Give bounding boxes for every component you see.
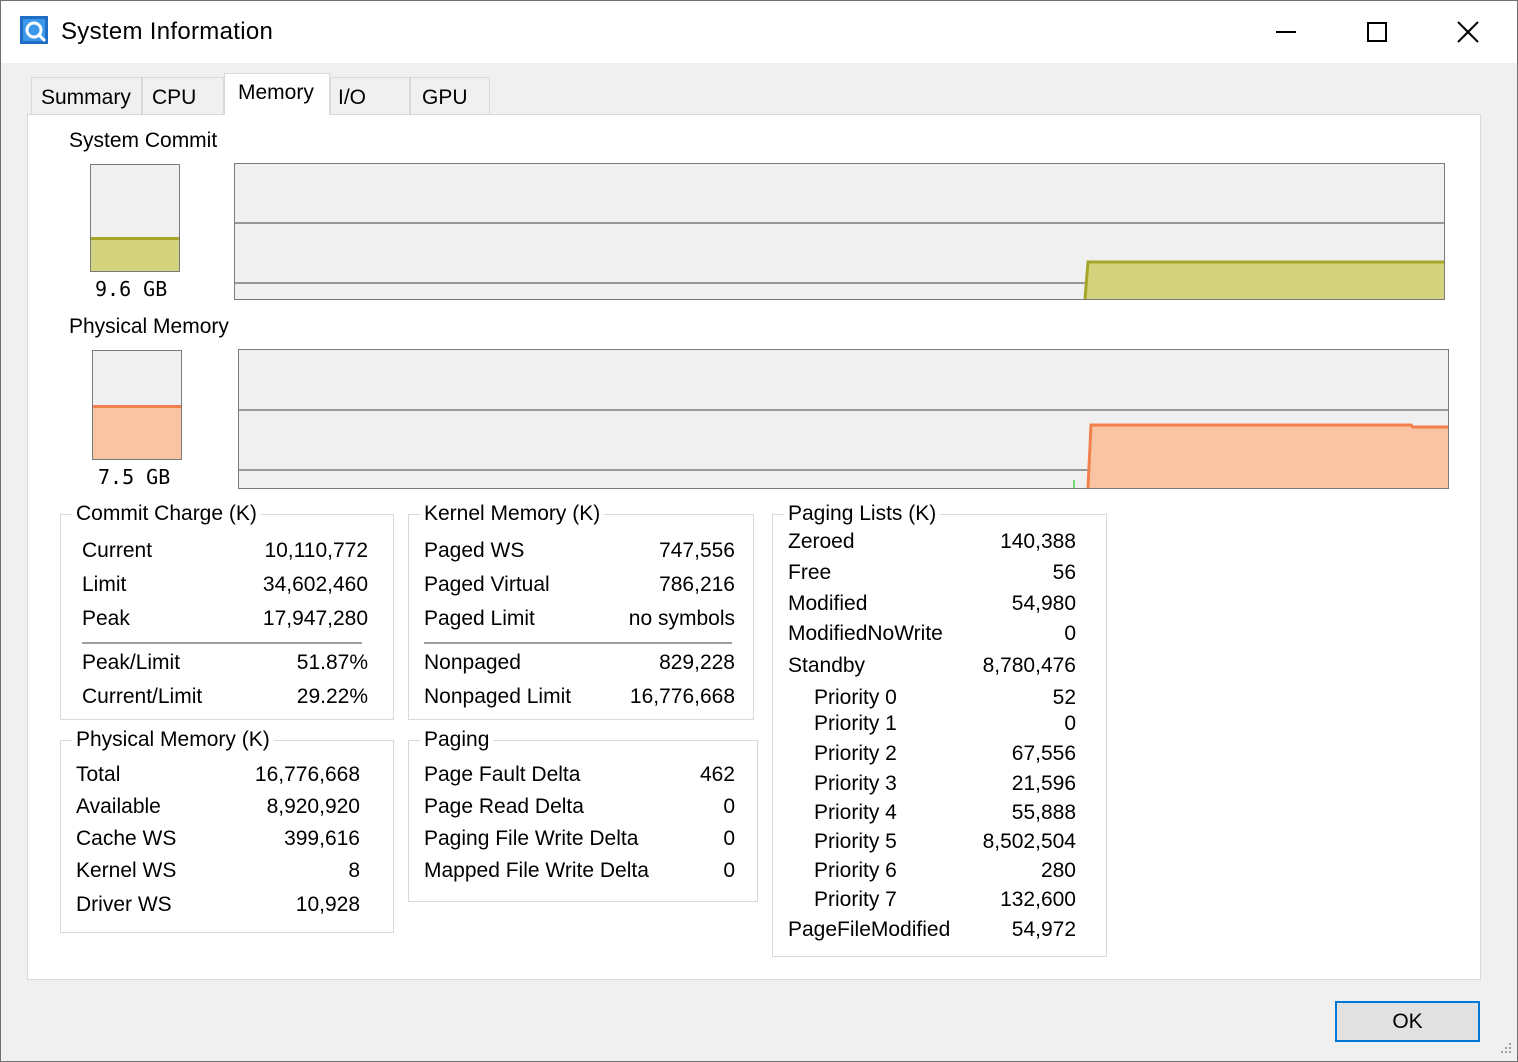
page-fault-delta-row: Page Fault Delta 462	[424, 763, 735, 786]
maximize-button[interactable]	[1332, 1, 1422, 63]
kernel-ws-row: Kernel WS 8	[76, 859, 360, 882]
physical-memory-group: Physical Memory (K) Total 16,776,668 Avai…	[60, 727, 394, 933]
tab-cpu[interactable]: CPU	[142, 77, 224, 114]
maximize-icon	[1367, 22, 1387, 42]
paged-ws-row: Paged WS 747,556	[424, 539, 735, 562]
commit-charge-title: Commit Charge (K)	[72, 501, 261, 527]
tab-memory[interactable]: Memory	[224, 73, 330, 115]
close-button[interactable]	[1423, 1, 1513, 63]
mapped-file-write-delta-row: Mapped File Write Delta 0	[424, 859, 735, 882]
physical-memory-group-title: Physical Memory (K)	[72, 727, 274, 753]
kernel-memory-title: Kernel Memory (K)	[420, 501, 605, 527]
app-icon	[20, 16, 48, 44]
resize-grip-icon[interactable]	[1497, 1041, 1513, 1057]
window-title: System Information	[61, 18, 274, 45]
paging-lists-title: Paging Lists (K)	[784, 501, 941, 527]
free-row: Free 56	[788, 561, 1076, 584]
nonpaged-row: Nonpaged 829,228	[424, 651, 735, 674]
tab-gpu[interactable]: GPU	[410, 77, 490, 114]
separator	[424, 642, 732, 644]
paged-limit-row: Paged Limit no symbols	[424, 607, 735, 630]
standby-row: Standby 8,780,476	[788, 654, 1076, 677]
memory-tab-panel: System Commit 9.6 GB Physical Memory 7.5…	[27, 114, 1481, 980]
available-row: Available 8,920,920	[76, 795, 360, 818]
title-bar[interactable]: System Information	[1, 1, 1517, 63]
physical-memory-meter-fill	[93, 405, 181, 459]
tab-summary[interactable]: Summary	[31, 77, 142, 114]
modified-no-write-row: ModifiedNoWrite 0	[788, 622, 1076, 645]
commit-peak-row: Peak 17,947,280	[82, 607, 368, 630]
close-icon	[1457, 21, 1479, 43]
physical-memory-history-graph	[238, 349, 1449, 489]
minimize-icon	[1276, 31, 1296, 33]
modified-row: Modified 54,980	[788, 592, 1076, 615]
cache-ws-row: Cache WS 399,616	[76, 827, 360, 850]
ok-button[interactable]: OK	[1335, 1001, 1480, 1042]
priority-7-row: Priority 7 132,600	[814, 888, 1076, 911]
paged-virtual-row: Paged Virtual 786,216	[424, 573, 735, 596]
commit-current-row: Current 10,110,772	[82, 539, 368, 562]
tab-io[interactable]: I/O	[330, 77, 410, 114]
paging-lists-group: Paging Lists (K) Zeroed 140,388 Free 56 Mo…	[772, 501, 1107, 957]
system-commit-meter-fill	[91, 237, 179, 271]
physical-memory-label: Physical Memory	[69, 315, 229, 338]
system-commit-label: System Commit	[69, 129, 218, 152]
paging-group: Paging Page Fault Delta 462 Page Read Del…	[408, 727, 758, 902]
priority-5-row: Priority 5 8,502,504	[814, 830, 1076, 853]
page-read-delta-row: Page Read Delta 0	[424, 795, 735, 818]
system-information-window: System Information Summary CPU Memory I/…	[0, 0, 1518, 1062]
system-commit-meter	[90, 164, 180, 272]
physical-memory-meter	[92, 350, 182, 460]
physical-memory-value: 7.5 GB	[98, 465, 171, 489]
priority-1-row: Priority 10	[814, 712, 1076, 735]
driver-ws-row: Driver WS 10,928	[76, 893, 360, 916]
zeroed-row: Zeroed 140,388	[788, 530, 1076, 553]
paging-file-write-delta-row: Paging File Write Delta 0	[424, 827, 735, 850]
priority-6-row: Priority 6 280	[814, 859, 1076, 882]
priority-2-row: Priority 2 67,556	[814, 742, 1076, 765]
minimize-button[interactable]	[1241, 1, 1331, 63]
paging-title: Paging	[420, 727, 494, 753]
page-file-modified-row: PageFileModified 54,972	[788, 918, 1076, 941]
total-row: Total 16,776,668	[76, 763, 360, 786]
kernel-memory-group: Kernel Memory (K) Paged WS 747,556 Paged …	[408, 501, 754, 720]
system-commit-value: 9.6 GB	[95, 277, 168, 301]
separator	[82, 642, 362, 644]
system-commit-history-graph	[234, 163, 1445, 300]
physical-memory-area	[1088, 425, 1448, 488]
commit-peak-limit-row: Peak/Limit 51.87%	[82, 651, 368, 674]
physical-memory-history-plot	[239, 409, 1448, 488]
system-commit-area	[1085, 262, 1444, 299]
commit-charge-group: Commit Charge (K) Current 10,110,772 Limi…	[60, 501, 394, 720]
system-commit-history-plot	[235, 222, 1444, 299]
commit-current-limit-row: Current/Limit 29.22%	[82, 685, 368, 708]
nonpaged-limit-row: Nonpaged Limit 16,776,668	[424, 685, 735, 708]
priority-3-row: Priority 3 21,596	[814, 772, 1076, 795]
priority-4-row: Priority 4 55,888	[814, 801, 1076, 824]
commit-limit-row: Limit 34,602,460	[82, 573, 368, 596]
